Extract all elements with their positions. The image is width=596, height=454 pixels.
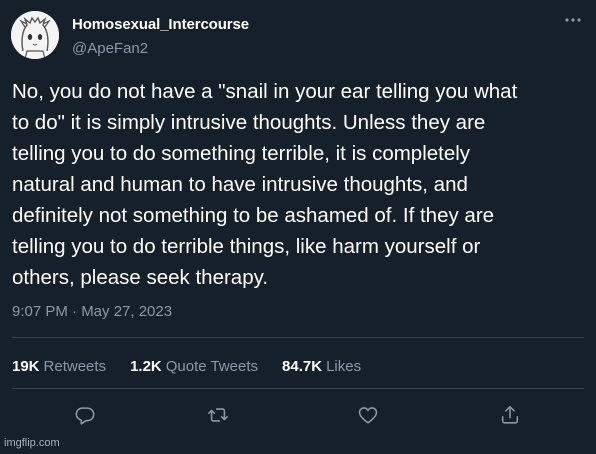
avatar[interactable] — [11, 11, 59, 59]
reply-icon[interactable] — [74, 404, 96, 426]
avatar-drawing-icon — [11, 11, 59, 59]
retweet-icon[interactable] — [207, 404, 229, 426]
action-bar — [0, 400, 596, 430]
tweet-timestamp[interactable]: 9:07 PM · May 27, 2023 — [12, 303, 172, 320]
more-options-icon[interactable] — [562, 12, 584, 28]
quote-tweets-label: Quote Tweets — [165, 358, 259, 375]
divider — [12, 337, 584, 338]
retweets-stat[interactable]: 19K Retweets — [12, 358, 106, 375]
retweets-count: 19K — [12, 358, 40, 375]
author-display-name[interactable]: Homosexual_Intercourse — [72, 16, 249, 33]
likes-stat[interactable]: 84.7K Likes — [282, 358, 361, 375]
imgflip-watermark: imgflip.com — [4, 437, 60, 449]
share-icon[interactable] — [499, 404, 521, 426]
tweet-text: No, you do not have a "snail in your ear… — [12, 80, 518, 289]
quote-tweets-stat[interactable]: 1.2K Quote Tweets — [130, 358, 258, 375]
divider — [12, 388, 584, 389]
heart-icon[interactable] — [357, 404, 379, 426]
tweet-card: Homosexual_Intercourse @ApeFan2 No, you … — [0, 0, 596, 454]
likes-count: 84.7K — [282, 358, 323, 375]
engagement-stats: 19K Retweets 1.2K Quote Tweets 84.7K Likes — [12, 358, 385, 375]
likes-label: Likes — [326, 358, 362, 375]
retweets-label: Retweets — [43, 358, 107, 375]
author-handle[interactable]: @ApeFan2 — [72, 40, 148, 57]
quote-tweets-count: 1.2K — [130, 358, 162, 375]
